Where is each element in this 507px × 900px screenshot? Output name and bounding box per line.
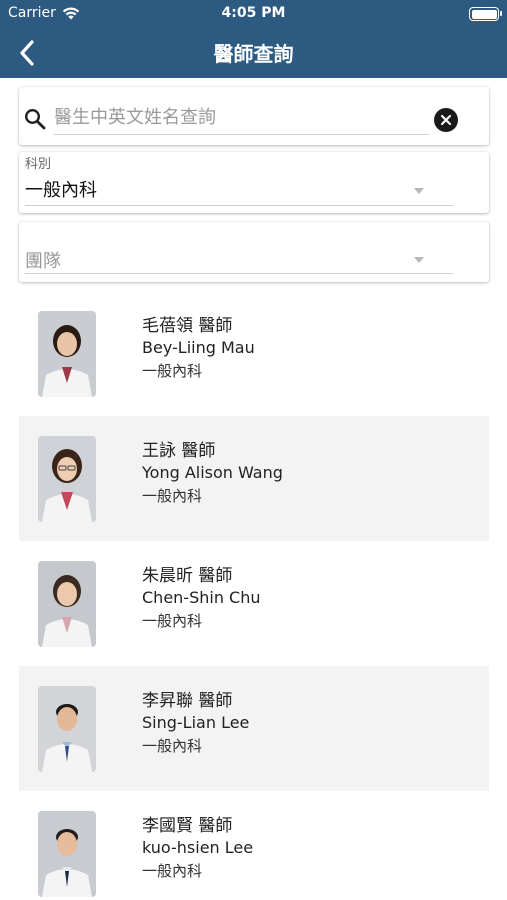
department-select[interactable]: 科別 一般內科 [19,152,489,213]
close-icon [440,114,452,126]
doctor-name: 毛蓓領 醫師 [142,316,233,336]
doctor-department: 一般內科 [142,862,203,880]
doctor-english-name: Bey-Liing Mau [142,338,255,357]
doctor-row[interactable]: 朱晨昕 醫師 Chen-Shin Chu 一般內科 [19,541,489,666]
doctor-name: 李國賢 醫師 [142,816,233,836]
dropdown-arrow-icon [414,257,424,263]
doctor-english-name: Yong Alison Wang [142,463,283,482]
page-title: 醫師查詢 [213,42,294,66]
search-input[interactable] [54,101,429,135]
doctor-photo [38,686,96,772]
doctor-english-name: Chen-Shin Chu [142,588,261,607]
doctor-english-name: kuo-hsien Lee [142,838,254,857]
team-select[interactable]: 團隊 [19,222,489,282]
doctor-department: 一般內科 [142,737,203,755]
clear-search-button[interactable] [434,108,458,132]
status-time: 4:05 PM [221,5,286,21]
doctor-name: 王詠 醫師 [142,441,216,461]
battery-icon [469,7,502,21]
doctor-name: 朱晨昕 醫師 [142,566,233,586]
status-bar: Carrier 4:05 PM [0,0,507,28]
doctor-row[interactable]: 毛蓓領 醫師 Bey-Liing Mau 一般內科 [19,291,489,416]
nav-bar: 醫師查詢 [0,28,507,78]
doctor-photo [38,561,96,647]
doctor-photo [38,311,96,397]
doctor-search-screen: Carrier 4:05 PM 醫師查詢 醫生中英文姓名查詢 科別 一般內科 團… [0,0,507,900]
dropdown-arrow-icon [414,188,424,194]
search-card [19,87,489,145]
doctor-english-name: Sing-Lian Lee [142,713,250,732]
department-value: 一般內科 [25,180,97,201]
doctor-row[interactable]: 李昇聯 醫師 Sing-Lian Lee 一般內科 [19,666,489,791]
department-label: 科別 [25,157,52,172]
doctor-photo [38,811,96,897]
doctor-department: 一般內科 [142,487,203,505]
doctor-name: 李昇聯 醫師 [142,691,233,711]
select-underline [25,273,453,274]
doctor-row[interactable]: 李國賢 醫師 kuo-hsien Lee 一般內科 [19,791,489,900]
doctor-list: 毛蓓領 醫師 Bey-Liing Mau 一般內科 王詠 醫師 Yong Ali… [19,291,489,900]
doctor-photo [38,436,96,522]
top-bar: Carrier 4:05 PM 醫師查詢 [0,0,507,78]
doctor-department: 一般內科 [142,612,203,630]
doctor-department: 一般內科 [142,362,203,380]
select-underline [25,205,453,206]
search-icon [24,108,46,130]
doctor-row[interactable]: 王詠 醫師 Yong Alison Wang 一般內科 [19,416,489,541]
team-placeholder: 團隊 [25,251,61,272]
